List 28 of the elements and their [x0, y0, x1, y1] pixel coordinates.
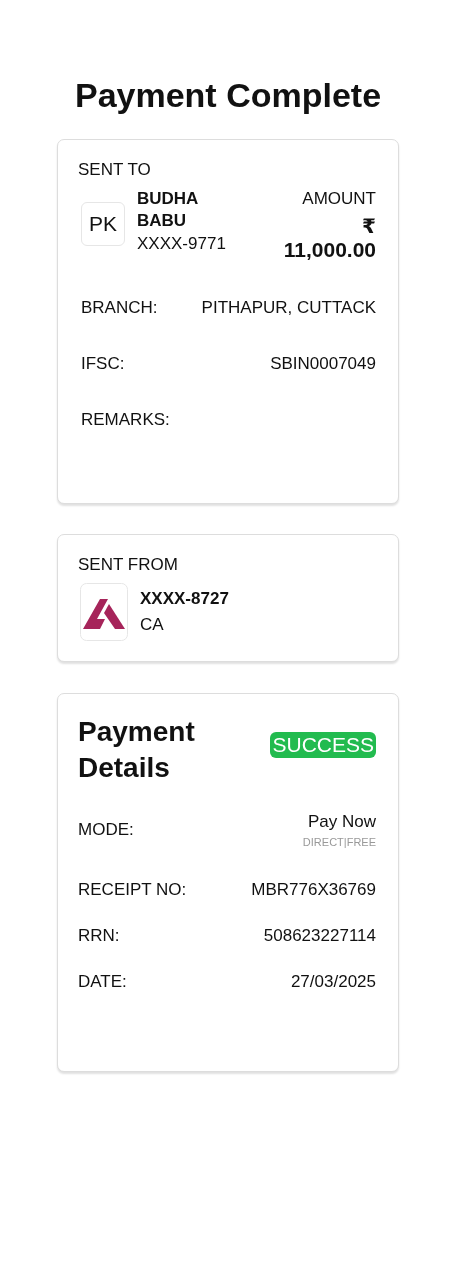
field-label: MODE: [78, 820, 134, 840]
field-value: 508623227114 [263, 926, 376, 946]
field-label: DATE: [78, 972, 127, 992]
account-number: XXXX-9771 [137, 234, 227, 254]
section-title: Payment Details [78, 715, 196, 785]
field-value: 27/03/2025 [290, 972, 376, 992]
field-label: RRN: [78, 926, 120, 946]
account-type: CA [140, 615, 165, 635]
field-value: SBIN0007049 [270, 354, 376, 374]
page-title: Payment Complete [74, 76, 382, 115]
field-label: BRANCH: [81, 298, 158, 318]
status-badge: SUCCESS [270, 732, 376, 758]
card-heading: SENT FROM [78, 555, 179, 575]
field-note: DIRECT|FREE [302, 836, 376, 848]
amount-label: AMOUNT [301, 188, 376, 210]
field-value: Pay Now [307, 812, 376, 832]
bank-logo-icon [80, 583, 128, 641]
field-label: RECEIPT NO: [78, 880, 187, 900]
recipient-name: BUDHA BABU [137, 188, 199, 232]
field-label: REMARKS: [81, 410, 170, 430]
field-label: IFSC: [81, 354, 125, 374]
currency-symbol: ₹ [361, 214, 376, 238]
initials-avatar: PK [81, 202, 125, 246]
account-number: XXXX-8727 [140, 589, 229, 609]
field-value: MBR776X36769 [251, 880, 376, 900]
amount-value: 11,000.00 [282, 238, 376, 262]
card-heading: SENT TO [78, 160, 152, 180]
field-value: PITHAPUR, CUTTACK [201, 298, 376, 318]
